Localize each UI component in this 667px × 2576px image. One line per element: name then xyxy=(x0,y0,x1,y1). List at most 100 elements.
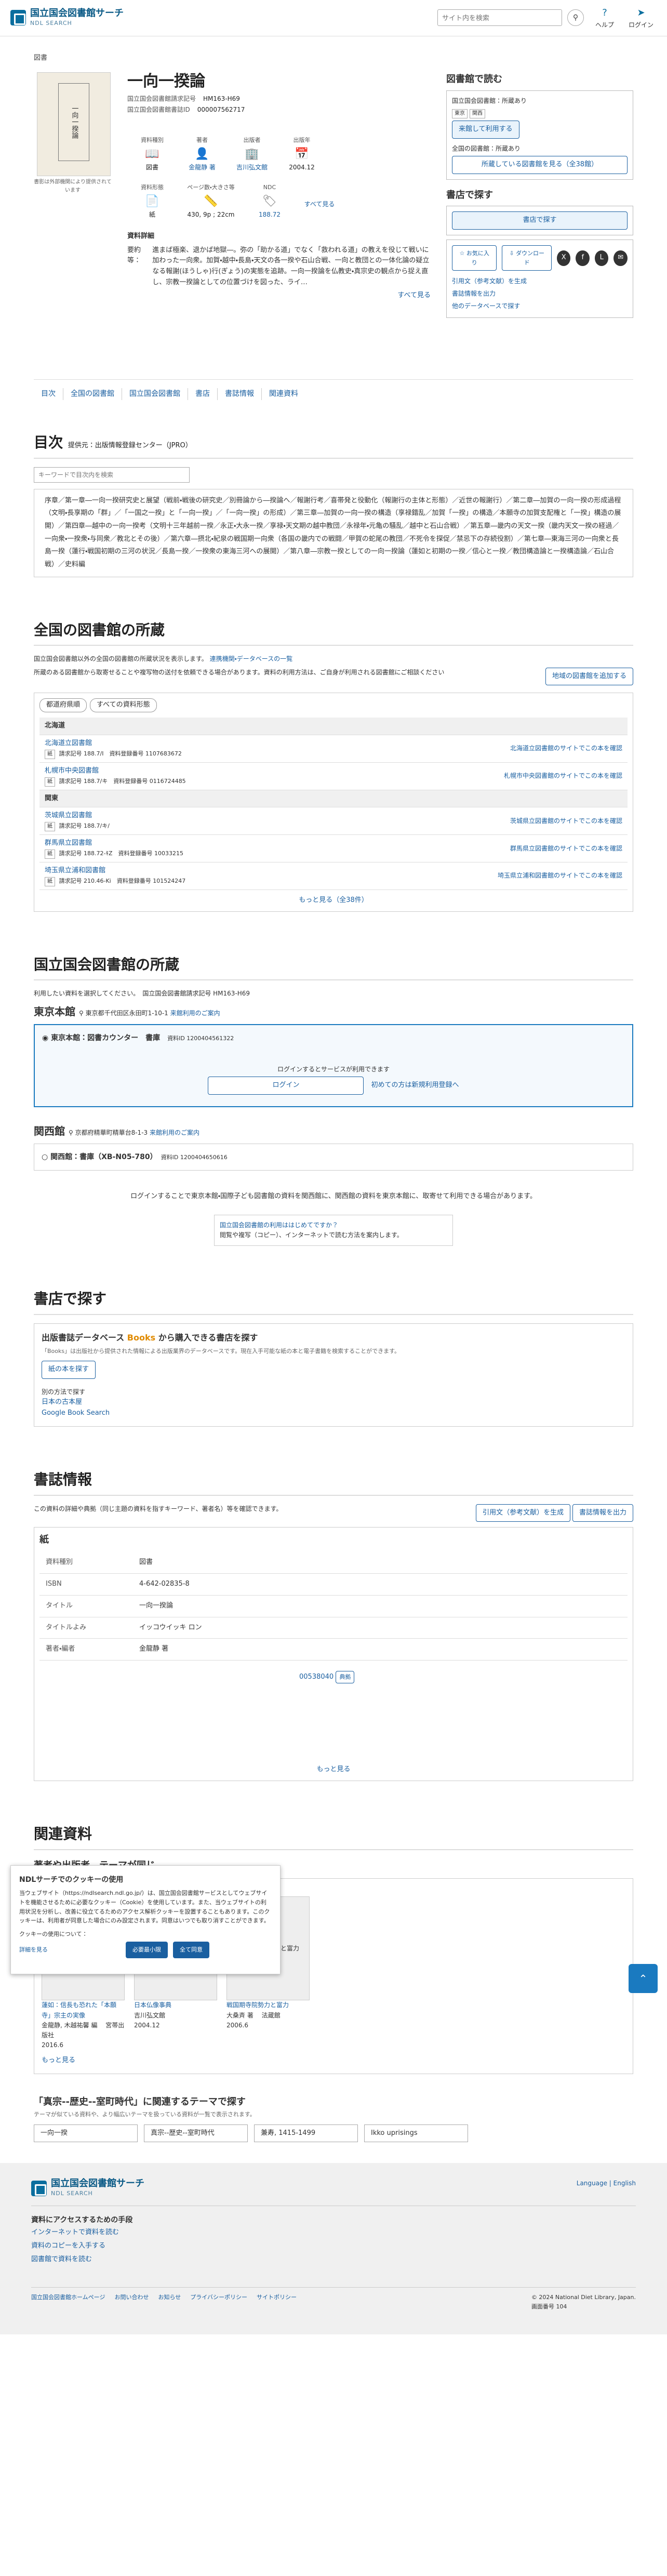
footer-site-policy[interactable]: サイトポリシー xyxy=(257,2293,297,2311)
calendar-icon: 📅 xyxy=(295,147,309,161)
holding-reg: 資料登録番号 101524247 xyxy=(116,877,186,884)
register-link[interactable]: 初めての方は新規利用登録へ xyxy=(371,1081,459,1089)
favorite-button[interactable]: ☆ お気に入り xyxy=(452,245,497,271)
ndl-login-button[interactable]: ログイン xyxy=(208,1077,364,1095)
libraries-more-link[interactable]: もっと見る（全38件） xyxy=(299,896,368,904)
help-button[interactable]: ? ヘルプ xyxy=(589,6,620,31)
library-check-link[interactable]: 札幌市中央図書館のサイトでこの本を確認 xyxy=(504,772,622,779)
download-button[interactable]: ⇩ ダウンロード xyxy=(502,245,552,271)
library-name[interactable]: 群馬県立図書館 xyxy=(45,838,345,849)
view-holding-libraries-button[interactable]: 所蔵している図書館を見る（全38館） xyxy=(452,155,628,174)
side-panel: 図書館で読む 国立国会図書館：所蔵あり 東京 関西 来館して利用する 全国の図書館… xyxy=(446,72,633,323)
google-books-link[interactable]: Google Book Search xyxy=(42,1409,110,1417)
find-paper-book-button[interactable]: 紙の本を探す xyxy=(42,1361,96,1379)
logo-title: 国立国会図書館サーチ xyxy=(30,7,124,19)
search-icon[interactable]: ⚲ xyxy=(567,9,584,26)
facebook-share-icon[interactable]: f xyxy=(576,250,590,266)
authority-button[interactable]: 典拠 xyxy=(336,1671,355,1683)
arrow-up-icon: ⌃ xyxy=(638,1972,648,1985)
book-cover[interactable]: 一向一揆論 xyxy=(37,72,111,176)
authority-id-link[interactable]: 00538040 xyxy=(299,1673,334,1681)
theme-tag[interactable]: 兼寿, 1415-1499 xyxy=(254,2124,358,2143)
visit-library-button[interactable]: 来館して利用する xyxy=(452,120,519,139)
kosho-link[interactable]: 日本の古本屋 xyxy=(42,1398,82,1406)
line-share-icon[interactable]: L xyxy=(594,250,609,266)
footer-link-copy[interactable]: 資料のコピーを入手する xyxy=(31,2242,105,2250)
site-logo[interactable]: 国立国会図書館サーチ NDL SEARCH xyxy=(10,8,124,28)
tokyo-radio[interactable]: ◉ xyxy=(42,1034,48,1042)
library-check-link[interactable]: 茨城県立図書館のサイトでこの本を確認 xyxy=(510,817,622,825)
bib-cite-button[interactable]: 引用文（参考文献）を生成 xyxy=(476,1504,571,1522)
attr-author-link[interactable]: 金龍静 著 xyxy=(189,164,216,171)
add-library-button[interactable]: 地域の図書館を追加する xyxy=(545,667,633,686)
mail-share-icon[interactable]: ✉ xyxy=(613,250,628,266)
toc-search-input[interactable] xyxy=(34,467,190,483)
shop-heading: 書店で探す xyxy=(34,1287,633,1315)
library-name[interactable]: 埼玉県立浦和図書館 xyxy=(45,866,345,877)
ndl-heading: 国立国会図書館の所蔵 xyxy=(34,953,633,981)
tab-toc[interactable]: 目次 xyxy=(34,388,63,400)
call-no-label: 国立国会図書館請求記号 xyxy=(127,95,196,102)
footer-news[interactable]: お知らせ xyxy=(158,2293,181,2311)
language-link[interactable]: Language | English xyxy=(577,2179,636,2198)
tokyo-address: 東京都千代田区永田町1-10-1 xyxy=(85,1009,168,1017)
library-name[interactable]: 北海道立図書館 xyxy=(45,738,345,749)
cite-link[interactable]: 引用文（参考文献）を生成 xyxy=(452,277,527,285)
footer-link-visit[interactable]: 図書館で資料を読む xyxy=(31,2255,92,2263)
form-select[interactable]: すべての資料形態 xyxy=(90,698,157,713)
sort-select[interactable]: 都道府県順 xyxy=(39,698,87,713)
other-db-link[interactable]: 他のデータベースで探す xyxy=(452,302,520,310)
related-title[interactable]: 戦国期寺院勢力と富力 xyxy=(226,2001,289,2009)
bib-more-link[interactable]: もっと見る xyxy=(316,1765,350,1773)
related-title[interactable]: 蓮如：信長も恐れた「本願寺」宗主の実像 xyxy=(42,2001,116,2019)
location-icon: ⚲ xyxy=(78,1009,84,1017)
related-title[interactable]: 日本仏像事典 xyxy=(134,2001,171,2009)
cookie-banner: NDLサーチでのクッキーの使用 当ウェブサイト（https://ndlsearc… xyxy=(10,1865,281,1974)
library-name[interactable]: 札幌市中央図書館 xyxy=(45,766,345,777)
tab-libraries[interactable]: 全国の図書館 xyxy=(63,388,122,400)
theme-tag[interactable]: Ikko uprisings xyxy=(364,2124,468,2143)
attr-publisher-link[interactable]: 吉川弘文館 xyxy=(236,164,268,171)
footer-link-read[interactable]: インターネットで資料を読む xyxy=(31,2228,119,2236)
library-check-link[interactable]: 北海道立図書館のサイトでこの本を確認 xyxy=(510,745,622,752)
kansai-radio[interactable]: ○ xyxy=(42,1153,48,1161)
site-footer: 国立国会図書館サーチ NDL SEARCH Language | English … xyxy=(0,2163,667,2335)
scroll-top-button[interactable]: ⌃ xyxy=(629,1964,658,1993)
footer-contact[interactable]: お問い合わせ xyxy=(114,2293,149,2311)
tab-shop[interactable]: 書店 xyxy=(188,388,217,400)
find-bookstore-button[interactable]: 書店で探す xyxy=(452,211,628,230)
holding-row: 茨城県立図書館紙 請求記号 188.7/キ/ 茨城県立図書館のサイトでこの本を確… xyxy=(39,807,628,835)
ndl-holding-box: 国立国会図書館：所蔵あり 東京 関西 来館して利用する 全国の図書館：所蔵あり 所… xyxy=(446,90,633,180)
theme-tag[interactable]: 真宗--歴史--室町時代 xyxy=(144,2124,248,2143)
library-check-link[interactable]: 埼玉県立浦和図書館のサイトでこの本を確認 xyxy=(498,872,622,879)
related-more-link[interactable]: もっと見る xyxy=(42,2056,75,2064)
libraries-note2: 所蔵のある図書館から取寄せることや複写物の送付を依頼できる場合があります。資料の… xyxy=(34,668,445,676)
library-name[interactable]: 茨城県立図書館 xyxy=(45,811,345,821)
tokyo-item: 東京本館：図書カウンター 書庫 xyxy=(51,1033,161,1042)
tab-related[interactable]: 関連資料 xyxy=(261,388,305,400)
attr-ndc-link[interactable]: 188.72 xyxy=(259,211,281,218)
summary-more-link[interactable]: すべて見る xyxy=(397,291,431,299)
footer-privacy[interactable]: プライバシーポリシー xyxy=(190,2293,247,2311)
tab-bib[interactable]: 書誌情報 xyxy=(217,388,261,400)
attr-see-all: すべて見る xyxy=(295,183,344,220)
tokyo-guide-link[interactable]: 来館利用のご案内 xyxy=(170,1010,220,1017)
login-button[interactable]: ➤ ログイン xyxy=(625,6,657,31)
footer-logo[interactable]: 国立国会図書館サーチ NDL SEARCH xyxy=(31,2179,144,2198)
login-icon: ➤ xyxy=(637,7,645,18)
cookie-accept-button[interactable]: 全て同意 xyxy=(173,1942,209,1958)
theme-tag[interactable]: 一向一揆 xyxy=(34,2124,138,2143)
kansai-guide-link[interactable]: 来館利用のご案内 xyxy=(150,1129,199,1136)
export-link[interactable]: 書誌情報を出力 xyxy=(452,290,496,297)
library-check-link[interactable]: 群馬県立図書館のサイトでこの本を確認 xyxy=(510,845,622,852)
header-search-input[interactable] xyxy=(437,9,562,26)
cookie-detail-link[interactable]: 詳細を見る xyxy=(19,1945,48,1955)
partners-link[interactable]: 連携機関・データベースの一覧 xyxy=(210,655,292,662)
cookie-deny-button[interactable]: 必要最小限 xyxy=(126,1942,168,1958)
first-time-box[interactable]: 国立国会図書館の利用ははじめてですか？ 閲覧や複写（コピー）、インターネットで読む… xyxy=(214,1214,453,1246)
bib-export-button[interactable]: 書誌情報を出力 xyxy=(572,1504,633,1522)
see-all-attrs-link[interactable]: すべて見る xyxy=(304,201,335,208)
footer-ndl-home[interactable]: 国立国会図書館ホームページ xyxy=(31,2293,105,2311)
x-share-icon[interactable]: X xyxy=(556,250,571,266)
tab-ndl[interactable]: 国立国会図書館 xyxy=(122,388,188,400)
